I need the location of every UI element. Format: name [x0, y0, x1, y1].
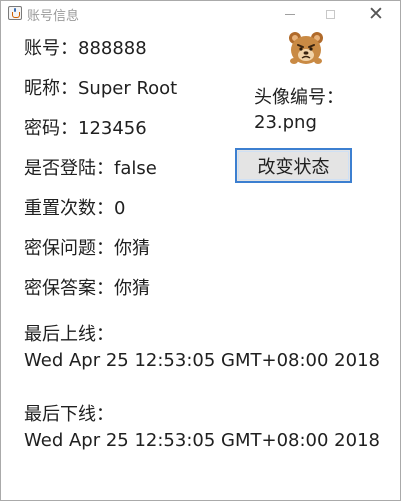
last-logout-value: Wed Apr 25 12:53:05 GMT+08:00 2018 — [24, 430, 380, 451]
security-answer-field: 密保答案：你猜 — [24, 278, 150, 300]
password-label: 密码： — [24, 118, 78, 139]
account-value: 888888 — [78, 38, 147, 59]
account-field: 账号：888888 — [24, 38, 147, 60]
reset-count-label: 重置次数： — [24, 198, 114, 219]
password-value: 123456 — [78, 118, 147, 139]
bear-avatar-icon — [289, 32, 323, 64]
window-title: 账号信息 — [27, 9, 80, 24]
reset-count-field: 重置次数：0 — [24, 198, 125, 220]
title-bar[interactable]: 账号信息 ✕ — [1, 1, 400, 28]
security-answer-label: 密保答案： — [24, 278, 114, 299]
avatar-id-value: 23.png — [254, 112, 317, 133]
minimize-icon — [285, 14, 295, 15]
last-login-value: Wed Apr 25 12:53:05 GMT+08:00 2018 — [24, 350, 380, 371]
reset-count-value: 0 — [114, 198, 126, 219]
avatar-id-label: 头像编号： — [254, 87, 344, 108]
last-logout-label: 最后下线： — [24, 404, 114, 425]
logged-in-label: 是否登陆： — [24, 158, 114, 179]
security-question-field: 密保问题：你猜 — [24, 238, 150, 260]
minimize-button[interactable] — [270, 1, 310, 28]
nickname-value: Super Root — [78, 78, 178, 99]
last-login: 最后上线： Wed Apr 25 12:53:05 GMT+08:00 2018 — [24, 322, 380, 374]
logged-in-field: 是否登陆：false — [24, 158, 157, 180]
nickname-field: 昵称：Super Root — [24, 78, 177, 100]
java-cup-icon[interactable] — [8, 6, 22, 20]
last-logout: 最后下线： Wed Apr 25 12:53:05 GMT+08:00 2018 — [24, 402, 380, 454]
last-login-label: 最后上线： — [24, 324, 114, 345]
close-icon: ✕ — [368, 3, 384, 25]
security-answer-value: 你猜 — [114, 278, 150, 299]
close-button[interactable]: ✕ — [356, 1, 396, 28]
nickname-label: 昵称： — [24, 78, 78, 99]
maximize-icon — [325, 10, 335, 19]
account-label: 账号： — [24, 38, 78, 59]
maximize-button[interactable] — [310, 1, 350, 28]
avatar-id: 头像编号： 23.png — [254, 85, 344, 135]
password-field: 密码：123456 — [24, 118, 147, 140]
account-info-window: 账号信息 ✕ 账号：888888 昵称：Super Root 密码：123456… — [0, 0, 401, 501]
security-question-value: 你猜 — [114, 238, 150, 259]
security-question-label: 密保问题： — [24, 238, 114, 259]
change-state-button[interactable]: 改变状态 — [235, 148, 352, 183]
change-state-label: 改变状态 — [257, 156, 330, 178]
logged-in-value: false — [114, 158, 157, 179]
